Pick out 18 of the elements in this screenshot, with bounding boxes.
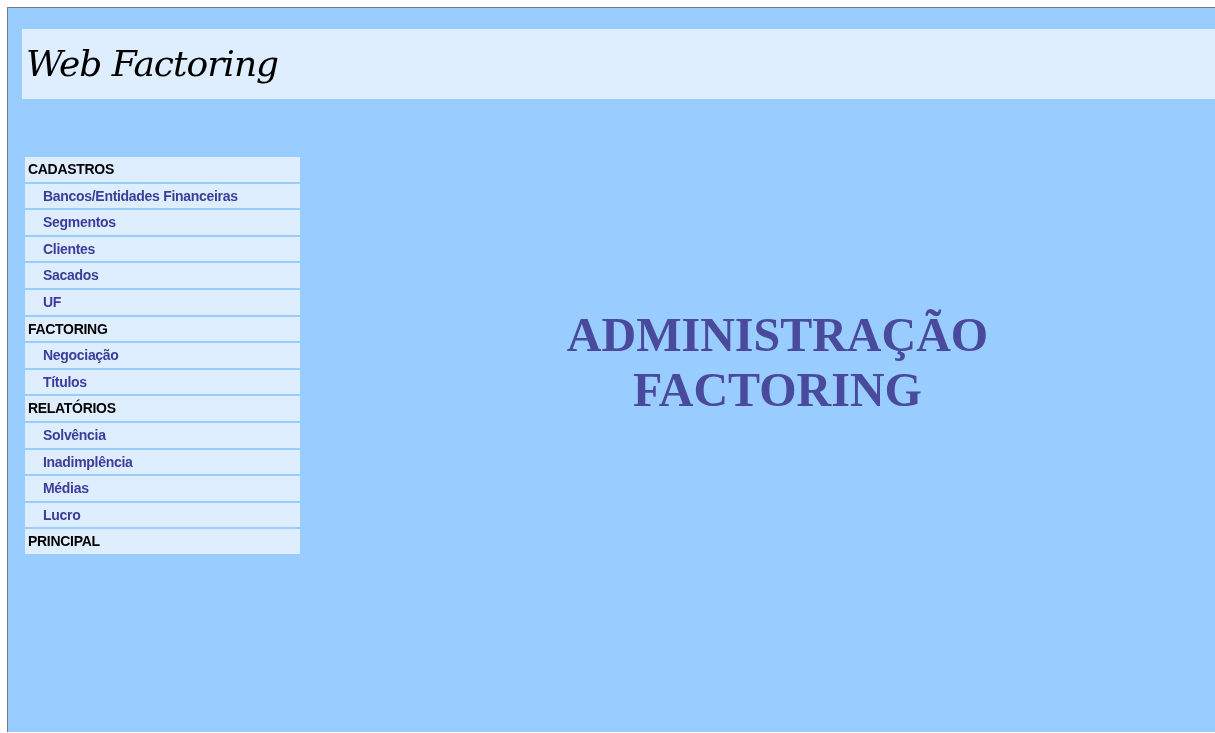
menu-link[interactable]: UF <box>25 289 300 315</box>
page-heading: FACTORING <box>633 362 922 417</box>
menu-link[interactable]: Inadimplência <box>25 449 300 475</box>
menu-link[interactable]: Clientes <box>25 236 300 262</box>
menu-section[interactable]: RELATÓRIOS <box>25 396 300 421</box>
menu-link[interactable]: Segmentos <box>25 210 300 235</box>
menu-section[interactable]: CADASTROS <box>25 157 300 182</box>
menu-link[interactable]: Títulos <box>25 369 300 395</box>
page-heading: ADMINISTRAÇÃO <box>566 307 989 362</box>
menu-link[interactable]: Sacados <box>25 263 300 288</box>
menu-link[interactable]: Médias <box>25 476 300 501</box>
menu-link[interactable]: Solvência <box>25 422 300 448</box>
menu-section[interactable]: PRINCIPAL <box>25 529 300 554</box>
menu-link[interactable]: Lucro <box>25 502 300 528</box>
site-logo: Web Factoring <box>26 43 279 84</box>
menu-link[interactable]: Negociação <box>25 343 300 368</box>
menu-section[interactable]: FACTORING <box>25 316 300 342</box>
menu-link[interactable]: Bancos/Entidades Financeiras <box>25 183 300 209</box>
